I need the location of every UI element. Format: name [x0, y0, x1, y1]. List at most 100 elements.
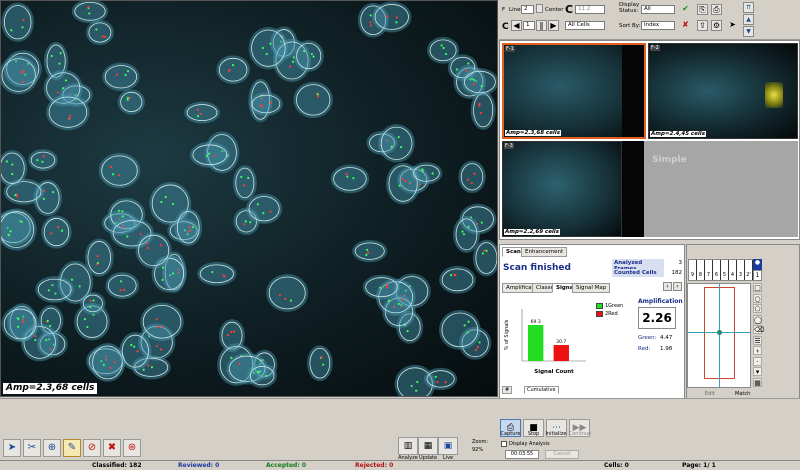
next-button[interactable]: ▶	[548, 20, 559, 31]
signal-dot	[86, 325, 89, 329]
channel-one-cell[interactable]: 1	[753, 270, 762, 281]
scroll-up-icon[interactable]: ⇈	[743, 2, 754, 13]
display-analysis-checkbox[interactable]	[501, 441, 507, 447]
channel-cell[interactable]: 2'	[745, 260, 753, 280]
channel-cell[interactable]: 7	[705, 260, 713, 280]
marker-icon[interactable]: ⍖	[753, 346, 762, 355]
nucleus	[80, 292, 106, 315]
ellipse-icon[interactable]: ◯	[753, 314, 762, 324]
all-cells-select[interactable]: All Cells	[565, 21, 605, 30]
signal-dot	[352, 177, 355, 180]
c-field[interactable]: 11.2	[575, 5, 605, 14]
circle-icon[interactable]: ○	[753, 293, 762, 303]
checkbox-center[interactable]	[536, 4, 543, 13]
channel-selector[interactable]: 9 8 7 6 5 4 3 2'	[688, 259, 753, 281]
nucleus	[470, 90, 496, 130]
signal-dot	[56, 91, 60, 94]
signal-map-canvas[interactable]	[687, 283, 751, 388]
select-arrow-icon[interactable]: ➤	[3, 439, 21, 457]
lines-select[interactable]: 2	[521, 5, 534, 14]
channel-cell[interactable]: 6	[713, 260, 721, 280]
cut-icon[interactable]: ✂	[23, 439, 41, 457]
dot-icon[interactable]: ·	[753, 356, 762, 366]
signal-dot	[472, 78, 475, 81]
nucleus	[293, 40, 324, 72]
nucleus	[266, 274, 309, 312]
cancel-button[interactable]: Cancel	[545, 450, 579, 459]
frame-stepper[interactable]: 1	[523, 21, 535, 30]
channel-cell[interactable]: 8	[697, 260, 705, 280]
display-analysis-label: Display Analysis	[509, 441, 550, 447]
stack-icon[interactable]: ☰	[753, 335, 762, 345]
tab-enhancement[interactable]: Enhancement	[521, 247, 568, 257]
tab-signal-map[interactable]: Signal Map	[572, 283, 611, 293]
polygon-icon[interactable]: ⬠	[753, 304, 762, 313]
signal-dot	[478, 341, 481, 344]
channel-cell[interactable]: 3	[737, 260, 745, 280]
legend-red-checkbox[interactable]	[596, 311, 603, 317]
signal-dot	[232, 330, 236, 333]
thumbnail-f3[interactable]: F-3 Amp=2.2,69 cells	[502, 141, 622, 237]
signal-dot	[117, 174, 121, 177]
tab-cumulative[interactable]: Cumulative	[524, 386, 559, 394]
live-icon[interactable]: ▣	[438, 437, 458, 455]
sort-by-select[interactable]: Index	[641, 21, 675, 30]
thumbnail-f2[interactable]: F-2 Amp=2.4,45 cells	[648, 43, 798, 139]
reject-x-icon[interactable]: ✘	[680, 20, 691, 31]
signal-dot	[122, 226, 125, 229]
signal-dot	[256, 203, 259, 206]
tab-scroll-right-icon[interactable]: ›	[673, 282, 682, 291]
dropdown-icon[interactable]: ▾	[753, 367, 762, 376]
signal-dot	[16, 195, 19, 198]
settings-icon[interactable]: ⚙	[711, 20, 722, 31]
nucleus	[453, 215, 480, 253]
tab-hash[interactable]: #	[502, 386, 513, 394]
match-button[interactable]: Match	[735, 391, 750, 397]
remove-icon[interactable]: ✖	[103, 439, 121, 457]
signal-dot	[476, 346, 479, 349]
thumbnail-f1[interactable]: F-1 Amp=2.3,68 cells	[502, 43, 646, 139]
channel-cell[interactable]: 9	[689, 260, 697, 280]
nucleus	[46, 93, 90, 131]
signal-dot	[467, 62, 470, 65]
tab-scroll-left-icon[interactable]: ‹	[663, 282, 672, 291]
channel-cell[interactable]: 4	[729, 260, 737, 280]
x-axis-label: Signal Count	[534, 369, 574, 375]
arrow-up-icon[interactable]: ▲	[743, 14, 754, 25]
signal-dot	[11, 163, 14, 166]
main-cell-image[interactable]: Amp=2.3,68 cells	[0, 0, 498, 397]
signal-dot	[130, 343, 133, 347]
grid-icon[interactable]: ▦	[753, 377, 762, 387]
edit-label[interactable]: Edit	[705, 391, 715, 397]
signal-dot	[14, 194, 17, 197]
signal-dot	[150, 366, 154, 369]
update-icon[interactable]: ▦	[418, 437, 438, 455]
signal-dot	[465, 69, 468, 72]
legend-green-checkbox[interactable]	[596, 303, 603, 309]
pointer-icon[interactable]: ➤	[727, 20, 738, 31]
target-icon[interactable]: ⊛	[123, 439, 141, 457]
channel-active-icon[interactable]: ●	[753, 259, 762, 270]
accept-check-icon[interactable]: ✔	[680, 4, 691, 15]
signal-dot	[466, 178, 470, 181]
signal-dot	[479, 111, 483, 115]
print-icon[interactable]: ⎙	[711, 4, 722, 15]
display-status-select[interactable]: All	[641, 5, 675, 14]
analyze-icon[interactable]: ▥	[398, 437, 418, 455]
erase-icon[interactable]: ⌫	[753, 325, 764, 334]
signal-dot	[139, 233, 142, 236]
pause-button[interactable]: ‖	[536, 20, 547, 31]
nucleus	[35, 276, 75, 303]
copy-icon[interactable]: ⎘	[697, 4, 708, 15]
channel-cell[interactable]: 5	[721, 260, 729, 280]
arrow-down-icon[interactable]: ▼	[743, 26, 754, 37]
prev-button[interactable]: ◀	[511, 20, 522, 31]
square-icon[interactable]: □	[753, 283, 762, 292]
add-cell-icon[interactable]: ⊕	[43, 439, 61, 457]
draw-pen-icon[interactable]: ✎	[63, 439, 81, 457]
signal-dot	[366, 248, 369, 252]
export-icon[interactable]: ⇪	[697, 20, 708, 31]
signal-dot	[171, 202, 175, 205]
delete-cell-icon[interactable]: ⊘	[83, 439, 101, 457]
nucleus	[306, 345, 333, 382]
